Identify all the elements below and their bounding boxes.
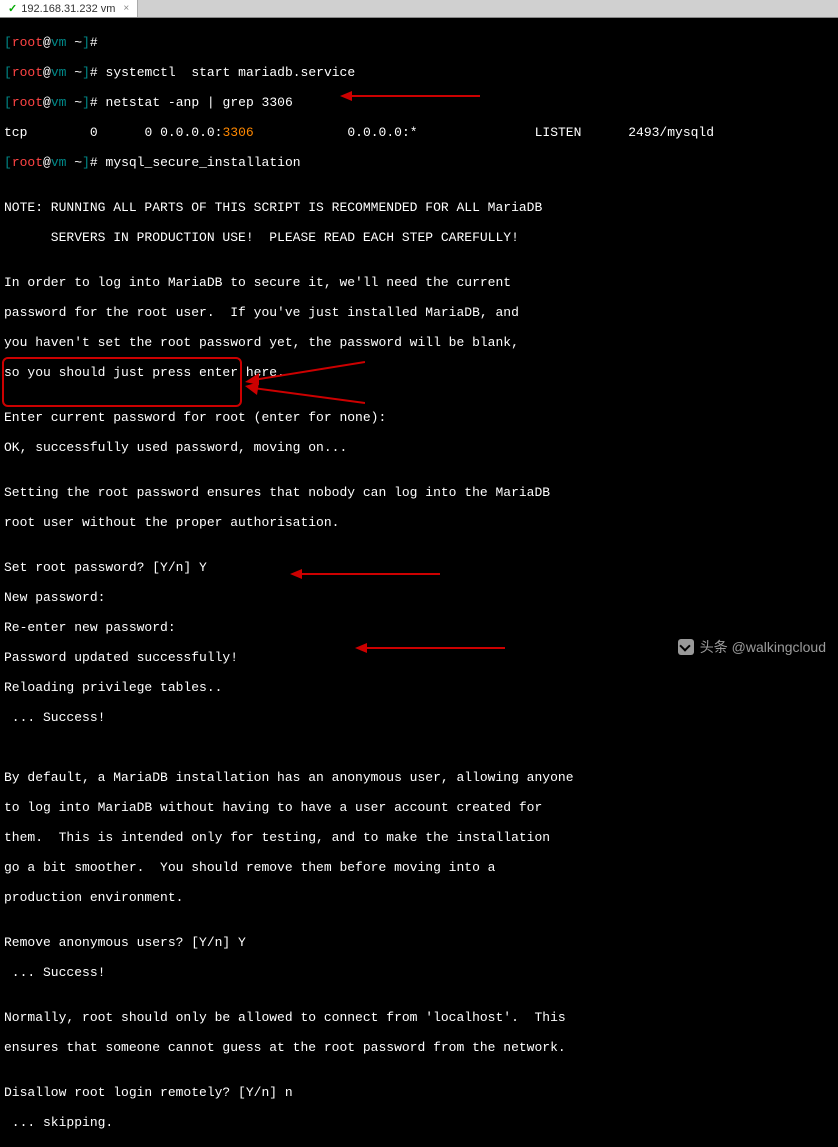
output-line: them. This is intended only for testing,… bbox=[4, 830, 834, 845]
output-line: Set root password? [Y/n] Y bbox=[4, 560, 834, 575]
output-line: ... Success! bbox=[4, 965, 834, 980]
output-line: ... skipping. bbox=[4, 1115, 834, 1130]
output-line: ensures that someone cannot guess at the… bbox=[4, 1040, 834, 1055]
output-line: go a bit smoother. You should remove the… bbox=[4, 860, 834, 875]
watermark-text: 头条 @walkingcloud bbox=[700, 637, 826, 657]
output-line: you haven't set the root password yet, t… bbox=[4, 335, 834, 350]
prompt-line: [root@vm ~]# bbox=[4, 35, 834, 50]
output-line: to log into MariaDB without having to ha… bbox=[4, 800, 834, 815]
output-line: By default, a MariaDB installation has a… bbox=[4, 770, 834, 785]
output-line: password for the root user. If you've ju… bbox=[4, 305, 834, 320]
close-icon[interactable]: × bbox=[123, 3, 129, 14]
output-line: SERVERS IN PRODUCTION USE! PLEASE READ E… bbox=[4, 230, 834, 245]
netstat-line: tcp 0 0 0.0.0.0:3306 0.0.0.0:* LISTEN 24… bbox=[4, 125, 834, 140]
output-line: Disallow root login remotely? [Y/n] n bbox=[4, 1085, 834, 1100]
prompt-line: [root@vm ~]# mysql_secure_installation bbox=[4, 155, 834, 170]
watermark: 头条 @walkingcloud bbox=[678, 637, 826, 657]
output-line: OK, successfully used password, moving o… bbox=[4, 440, 834, 455]
output-line: root user without the proper authorisati… bbox=[4, 515, 834, 530]
output-line: so you should just press enter here. bbox=[4, 365, 834, 380]
output-line: In order to log into MariaDB to secure i… bbox=[4, 275, 834, 290]
output-line: New password: bbox=[4, 590, 834, 605]
output-line: Setting the root password ensures that n… bbox=[4, 485, 834, 500]
output-line: Re-enter new password: bbox=[4, 620, 834, 635]
output-line: ... Success! bbox=[4, 710, 834, 725]
output-line: production environment. bbox=[4, 890, 834, 905]
output-line: NOTE: RUNNING ALL PARTS OF THIS SCRIPT I… bbox=[4, 200, 834, 215]
tab-bar: ✓ 192.168.31.232 vm × bbox=[0, 0, 838, 18]
tab-title: 192.168.31.232 vm bbox=[21, 3, 115, 15]
output-line: Enter current password for root (enter f… bbox=[4, 410, 834, 425]
terminal-output[interactable]: [root@vm ~]# [root@vm ~]# systemctl star… bbox=[0, 18, 838, 1147]
output-line: Remove anonymous users? [Y/n] Y bbox=[4, 935, 834, 950]
prompt-line: [root@vm ~]# netstat -anp | grep 3306 bbox=[4, 95, 834, 110]
check-icon: ✓ bbox=[8, 2, 17, 15]
output-line: Reloading privilege tables.. bbox=[4, 680, 834, 695]
prompt-line: [root@vm ~]# systemctl start mariadb.ser… bbox=[4, 65, 834, 80]
session-tab[interactable]: ✓ 192.168.31.232 vm × bbox=[0, 0, 138, 17]
watermark-logo-icon bbox=[678, 639, 694, 655]
output-line: Normally, root should only be allowed to… bbox=[4, 1010, 834, 1025]
